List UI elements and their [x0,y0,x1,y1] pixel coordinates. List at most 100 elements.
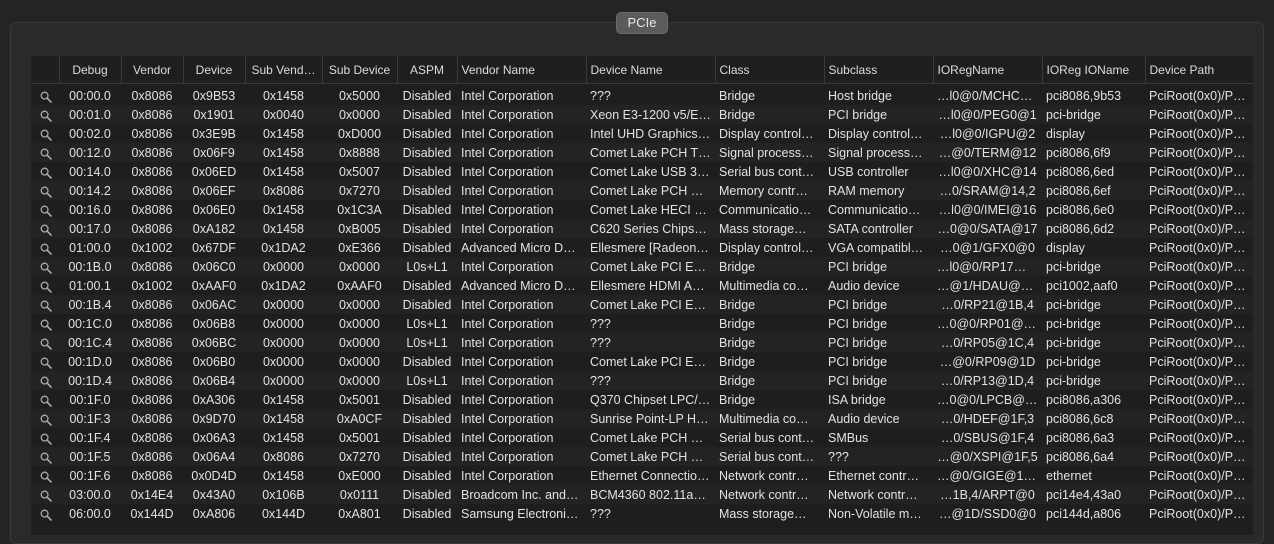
table-cell: 0x0000 [338,107,380,122]
table-cell: PciRoot(0x0)/P… [1149,354,1246,369]
column-header[interactable]: Class [715,56,825,84]
table-cell: Network contr… [719,487,809,502]
magnifier-icon[interactable] [40,433,52,445]
table-cell: 0x1C3A [337,202,382,217]
inspect-cell[interactable] [31,390,59,409]
table-row[interactable]: 00:1B.0 0x8086 0x06C0 0x0000 0x0000 L0s+L1 Int… [31,257,1253,276]
table-row[interactable]: 00:12.0 0x8086 0x06F9 0x1458 0x8888 Disabled I… [31,143,1253,162]
inspect-cell[interactable] [31,219,59,238]
magnifier-icon[interactable] [40,186,52,198]
table-row[interactable]: 00:1D.0 0x8086 0x06B0 0x0000 0x0000 Disabled I… [31,352,1253,371]
table-row[interactable]: 00:00.0 0x8086 0x9B53 0x1458 0x5000 Disabled I… [31,83,1253,106]
column-header[interactable]: ASPM [397,56,458,84]
inspect-cell[interactable] [31,504,59,523]
inspect-cell[interactable] [31,181,59,200]
table-row[interactable]: 00:16.0 0x8086 0x06E0 0x1458 0x1C3A Disabled I… [31,200,1253,219]
column-header[interactable]: Sub Vend… [245,56,323,84]
table-row[interactable]: 00:1C.0 0x8086 0x06B8 0x0000 0x0000 L0s+L1 Int… [31,314,1253,333]
inspect-cell[interactable] [31,352,59,371]
inspect-cell[interactable] [31,276,59,295]
magnifier-icon[interactable] [40,357,52,369]
inspect-cell[interactable] [31,238,59,257]
table-row[interactable]: 00:17.0 0x8086 0xA182 0x1458 0xB005 Disabled I… [31,219,1253,238]
magnifier-icon[interactable] [40,300,52,312]
table-row[interactable]: 00:02.0 0x8086 0x3E9B 0x1458 0xD000 Disabled I… [31,124,1253,143]
magnifier-icon[interactable] [40,205,52,217]
magnifier-icon[interactable] [40,148,52,160]
inspect-cell[interactable] [31,84,59,106]
column-header-inspect[interactable] [31,56,60,84]
inspect-cell[interactable] [31,200,59,219]
magnifier-icon[interactable] [40,490,52,502]
table-cell: Signal process… [828,145,923,160]
table-row[interactable]: 03:00.0 0x14E4 0x43A0 0x106B 0x0111 Disabled B… [31,485,1253,504]
column-header[interactable]: Debug [59,56,122,84]
magnifier-icon[interactable] [40,281,52,293]
table-row[interactable]: 00:14.0 0x8086 0x06ED 0x1458 0x5007 Disabled I… [31,162,1253,181]
inspect-cell[interactable] [31,143,59,162]
table-row[interactable]: 06:00.0 0x144D 0xA806 0x144D 0xA801 Disabled S… [31,504,1253,523]
column-header[interactable]: Vendor [121,56,184,84]
table-cell: PCI bridge [828,107,888,122]
table-cell: 00:1F.0 [69,392,111,407]
column-header[interactable]: IORegName [933,56,1043,84]
column-header[interactable]: Device Name [586,56,716,84]
column-header[interactable]: Device [183,56,246,84]
inspect-cell[interactable] [31,409,59,428]
inspect-cell[interactable] [31,295,59,314]
magnifier-icon[interactable] [40,262,52,274]
magnifier-icon[interactable] [40,319,52,331]
table-cell: 0x9B53 [192,88,236,103]
pcie-device-table[interactable]: Debug Vendor Device Sub Vend… Sub Device ASPM… [31,56,1253,535]
magnifier-icon[interactable] [40,110,52,122]
inspect-cell[interactable] [31,105,59,124]
table-row[interactable]: 00:1D.4 0x8086 0x06B4 0x0000 0x0000 L0s+L1 Int… [31,371,1253,390]
magnifier-icon[interactable] [40,509,52,521]
table-row[interactable]: 00:01.0 0x8086 0x1901 0x0040 0x0000 Disabled I… [31,105,1253,124]
inspect-cell[interactable] [31,124,59,143]
magnifier-icon[interactable] [40,395,52,407]
table-row[interactable]: 00:1F.5 0x8086 0x06A4 0x8086 0x7270 Disabled I… [31,447,1253,466]
table-row[interactable]: 01:00.1 0x1002 0xAAF0 0x1DA2 0xAAF0 Disabled A… [31,276,1253,295]
table-cell: …0/RP21@1B,4 [941,297,1034,312]
table-row[interactable]: 00:1F.4 0x8086 0x06A3 0x1458 0x5001 Disabled I… [31,428,1253,447]
inspect-cell[interactable] [31,333,59,352]
table-row[interactable]: 00:1F.3 0x8086 0x9D70 0x1458 0xA0CF Disabled I… [31,409,1253,428]
table-cell: PciRoot(0x0)/P… [1149,468,1246,483]
pcie-tab[interactable]: PCIe [616,12,668,34]
magnifier-icon[interactable] [40,243,52,255]
table-row[interactable]: 00:1C.4 0x8086 0x06BC 0x0000 0x0000 L0s+L1 Int… [31,333,1253,352]
column-header[interactable]: Vendor Name [457,56,587,84]
inspect-cell[interactable] [31,371,59,390]
inspect-cell[interactable] [31,428,59,447]
magnifier-icon[interactable] [40,224,52,236]
inspect-cell[interactable] [31,257,59,276]
magnifier-icon[interactable] [40,414,52,426]
table-cell: 0x8086 [131,88,173,103]
magnifier-icon[interactable] [40,471,52,483]
table-row[interactable]: 00:1F.6 0x8086 0x0D4D 0x1458 0xE000 Disabled I… [31,466,1253,485]
table-cell: ??? [590,506,611,521]
column-header[interactable]: Subclass [824,56,934,84]
table-cell: 0x1458 [262,126,304,141]
magnifier-icon[interactable] [40,452,52,464]
magnifier-icon[interactable] [40,338,52,350]
magnifier-icon[interactable] [40,91,52,103]
magnifier-icon[interactable] [40,167,52,179]
magnifier-icon[interactable] [40,129,52,141]
inspect-cell[interactable] [31,466,59,485]
column-header[interactable]: Sub Device [322,56,398,84]
magnifier-icon[interactable] [40,376,52,388]
table-row[interactable]: 00:1B.4 0x8086 0x06AC 0x0000 0x0000 Disabled I… [31,295,1253,314]
inspect-cell[interactable] [31,314,59,333]
table-row[interactable]: 00:14.2 0x8086 0x06EF 0x8086 0x7270 Disabled I… [31,181,1253,200]
inspect-cell[interactable] [31,447,59,466]
table-row[interactable]: 01:00.0 0x1002 0x67DF 0x1DA2 0xE366 Disabled A… [31,238,1253,257]
table-row[interactable]: 00:1F.0 0x8086 0xA306 0x1458 0x5001 Disabled I… [31,390,1253,409]
column-header[interactable]: IOReg IOName [1042,56,1146,84]
table-cell: …0/RP05@1C,4 [940,335,1035,350]
column-header[interactable]: Device Path [1145,56,1253,84]
table-cell: 0x8086 [131,392,173,407]
inspect-cell[interactable] [31,162,59,181]
inspect-cell[interactable] [31,485,59,504]
